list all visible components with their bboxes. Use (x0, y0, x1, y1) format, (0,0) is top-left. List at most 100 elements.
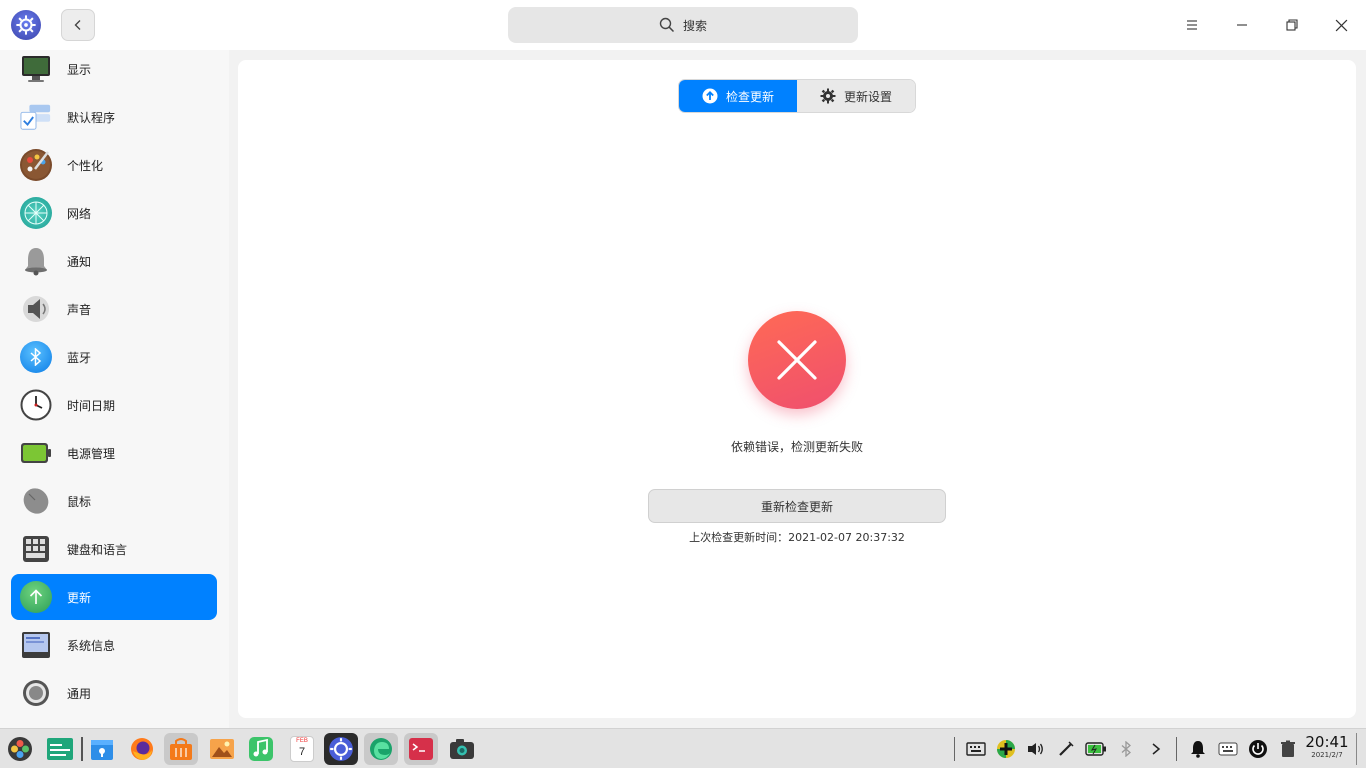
shopping-bag-icon (170, 738, 192, 760)
sidebar-item-sound[interactable]: 声音 (11, 286, 217, 332)
speaker-icon (20, 293, 52, 325)
taskbar: FEB 7 20:41 2021/2/7 (0, 728, 1366, 768)
sidebar-item-bluetooth[interactable]: 蓝牙 (11, 334, 217, 380)
tray-expand[interactable] (1144, 737, 1168, 761)
sidebar-item-label: 键盘和语言 (67, 542, 128, 557)
tray-battery[interactable] (1084, 737, 1108, 761)
chevron-right-icon (1152, 743, 1161, 755)
bluetooth-icon (20, 341, 52, 373)
control-center-logo-icon (11, 10, 41, 40)
box-lock-icon (91, 740, 113, 760)
taskbar-app-store-lock[interactable] (85, 733, 119, 765)
sidebar-item-notification[interactable]: 通知 (11, 238, 217, 284)
taskbar-file-manager[interactable] (43, 733, 77, 765)
close-button[interactable] (1329, 13, 1353, 37)
error-message: 依赖错误，检测更新失败 (730, 440, 863, 454)
sidebar-item-label: 显示 (67, 62, 92, 77)
palette-icon (20, 149, 52, 181)
monitor-icon (20, 53, 52, 85)
tray-notifications[interactable] (1186, 737, 1210, 761)
sidebar-item-personalization[interactable]: 个性化 (11, 142, 217, 188)
chevron-left-icon (74, 20, 81, 30)
keyboard-small-icon (1218, 742, 1238, 756)
tray-keyboard-layout[interactable] (964, 737, 988, 761)
show-desktop-edge[interactable] (1356, 733, 1357, 765)
search-icon (659, 17, 675, 33)
restore-button[interactable] (1280, 13, 1304, 37)
tab-update-settings[interactable]: 更新设置 (797, 80, 915, 112)
taskbar-clock[interactable]: 20:41 2021/2/7 (1304, 733, 1350, 760)
input-method-icon (997, 740, 1015, 758)
menu-button[interactable] (1180, 13, 1204, 37)
arrow-up-circle-icon (702, 88, 718, 104)
mouse-icon (20, 485, 52, 517)
firefox-icon (131, 738, 153, 760)
network-globe-icon (20, 197, 52, 229)
taskbar-control-center[interactable] (324, 733, 358, 765)
sidebar-item-mouse[interactable]: 鼠标 (11, 478, 217, 524)
launcher-button[interactable] (3, 733, 37, 765)
tab-check-update[interactable]: 检查更新 (679, 80, 797, 112)
error-status-icon (748, 311, 846, 409)
sidebar-item-label: 电源管理 (67, 446, 116, 461)
sidebar-item-label: 通知 (67, 254, 92, 269)
sidebar-item-display[interactable]: 显示 (11, 50, 217, 92)
default-apps-icon (20, 101, 52, 133)
tab-label: 检查更新 (725, 89, 774, 104)
recheck-update-button[interactable]: 重新检查更新 (648, 489, 946, 523)
pen-icon (1059, 741, 1074, 756)
restore-icon (1286, 19, 1298, 31)
update-arrow-icon (20, 581, 52, 613)
tray-power[interactable] (1246, 737, 1270, 761)
sidebar-item-label: 鼠标 (67, 494, 92, 509)
sidebar-item-label: 蓝牙 (67, 350, 92, 365)
tray-bluetooth[interactable] (1114, 737, 1138, 761)
keyboard-icon (966, 742, 986, 756)
title-bar: 搜索 (0, 0, 1366, 50)
power-icon (1249, 740, 1267, 758)
calendar-icon: FEB 7 (290, 736, 314, 762)
taskbar-photo-viewer[interactable] (205, 733, 239, 765)
sidebar-item-label: 个性化 (67, 158, 104, 173)
sidebar-item-system-info[interactable]: 系统信息 (11, 622, 217, 668)
tray-pen[interactable] (1054, 737, 1078, 761)
bell-icon (1191, 741, 1205, 758)
tray-volume[interactable] (1023, 737, 1047, 761)
taskbar-terminal[interactable] (404, 733, 438, 765)
tray-input-method[interactable] (994, 737, 1018, 761)
minimize-button[interactable] (1230, 13, 1254, 37)
calendar-day: 7 (298, 746, 306, 758)
close-x-icon (777, 340, 817, 380)
tray-separator (1176, 737, 1177, 761)
sidebar-item-power[interactable]: 电源管理 (11, 430, 217, 476)
last-check-time: 上次检查更新时间：2021-02-07 20:37:32 (689, 531, 905, 544)
taskbar-firefox[interactable] (125, 733, 159, 765)
sidebar-item-default-apps[interactable]: 默认程序 (11, 94, 217, 140)
taskbar-calendar[interactable]: FEB 7 (285, 733, 319, 765)
taskbar-app-store[interactable] (164, 733, 198, 765)
launcher-icon (8, 737, 32, 761)
sidebar-item-keyboard[interactable]: 键盘和语言 (11, 526, 217, 572)
bell-icon (20, 245, 52, 277)
clock-icon (20, 389, 52, 421)
search-placeholder: 搜索 (682, 18, 707, 33)
taskbar-music[interactable] (244, 733, 278, 765)
sidebar-item-label: 更新 (67, 590, 92, 605)
battery-charging-icon (1085, 742, 1106, 756)
sidebar-item-network[interactable]: 网络 (11, 190, 217, 236)
taskbar-browser[interactable] (364, 733, 398, 765)
taskbar-screenshot[interactable] (445, 733, 479, 765)
tray-trash[interactable] (1276, 737, 1300, 761)
sidebar-item-label: 网络 (67, 206, 92, 221)
sidebar-item-datetime[interactable]: 时间日期 (11, 382, 217, 428)
sidebar-item-update[interactable]: 更新 (11, 574, 217, 620)
back-button[interactable] (61, 9, 95, 41)
search-input[interactable]: 搜索 (508, 7, 858, 43)
gear-icon (820, 88, 836, 104)
calendar-month: FEB (296, 738, 308, 744)
sidebar-item-label: 时间日期 (67, 398, 116, 413)
trash-icon (1281, 740, 1295, 757)
tray-onscreen-keyboard[interactable] (1216, 737, 1240, 761)
edge-browser-icon (370, 738, 392, 760)
sidebar-item-general[interactable]: 通用 (11, 670, 217, 716)
